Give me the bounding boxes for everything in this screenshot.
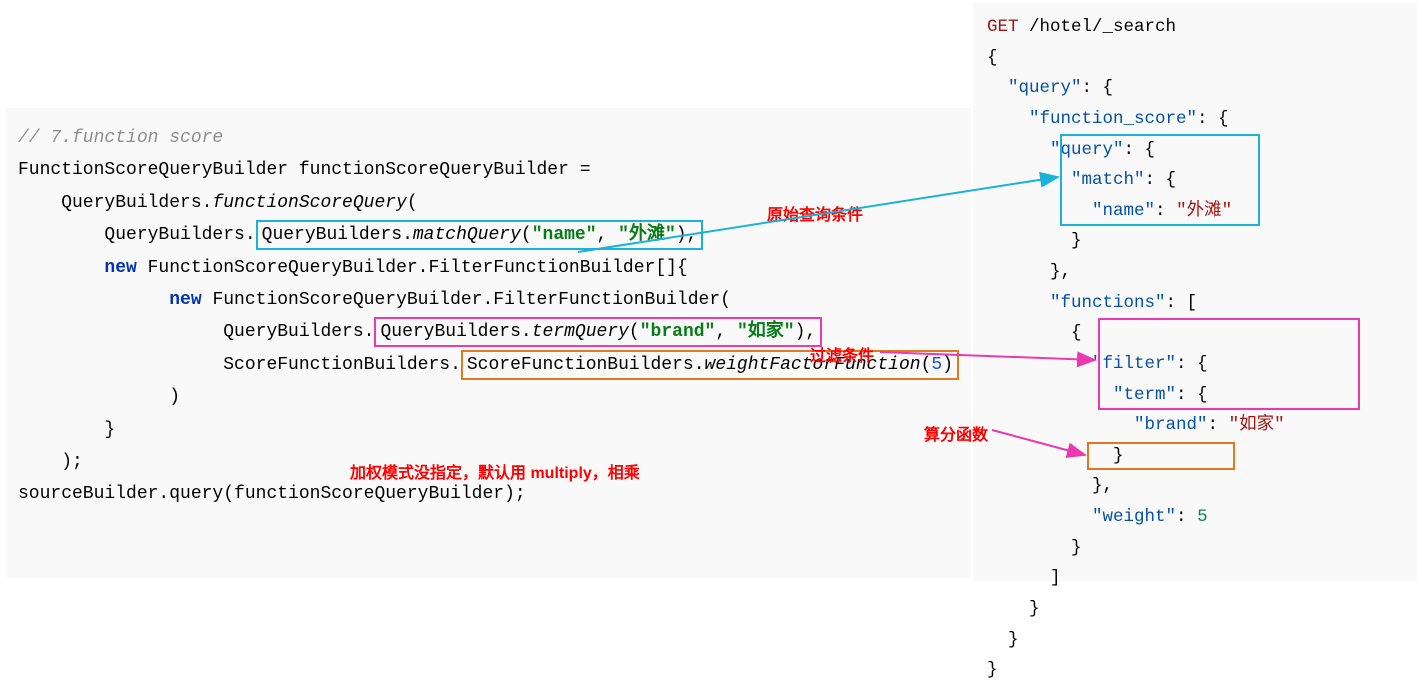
txt: : xyxy=(1208,415,1229,435)
indent xyxy=(987,78,1008,98)
indent xyxy=(987,170,1071,190)
string: "外滩" xyxy=(618,225,676,245)
txt: ( xyxy=(407,193,418,213)
key: "brand" xyxy=(1134,415,1208,435)
indent: QueryBuilders. xyxy=(18,225,256,245)
match-query-box: QueryBuilders.matchQuery("name", "外滩"), xyxy=(256,220,704,250)
dsl-line-22: } xyxy=(987,655,1403,686)
dsl-line-17: "weight": 5 xyxy=(987,502,1403,533)
string: "name" xyxy=(532,225,597,245)
dsl-line-4: "function_score": { xyxy=(987,104,1403,135)
key: "weight" xyxy=(1092,507,1176,527)
txt: : [ xyxy=(1166,293,1198,313)
dsl-line-18: } xyxy=(987,533,1403,564)
dsl-line-14: "brand": "如家" xyxy=(987,410,1403,441)
label-original-query: 原始查询条件 xyxy=(767,201,863,225)
txt: ( xyxy=(629,322,640,342)
code-line-2: FunctionScoreQueryBuilder functionScoreQ… xyxy=(18,154,959,186)
json-dsl-panel: GET /hotel/_search { "query": { "functio… xyxy=(973,2,1417,582)
method: functionScoreQuery xyxy=(212,193,406,213)
txt: : { xyxy=(1197,109,1229,129)
label-filter-cond: 过滤条件 xyxy=(810,342,874,366)
dsl-line-21: } xyxy=(987,625,1403,656)
indent xyxy=(987,354,1092,374)
code-line-12: sourceBuilder.query(functionScoreQueryBu… xyxy=(18,478,959,510)
dsl-line-2: { xyxy=(987,43,1403,74)
indent xyxy=(987,109,1029,129)
dsl-line-1: GET /hotel/_search xyxy=(987,12,1403,43)
indent: ScoreFunctionBuilders. xyxy=(18,355,461,375)
dsl-line-3: "query": { xyxy=(987,73,1403,104)
key: "query" xyxy=(1008,78,1082,98)
txt: ) xyxy=(942,355,953,375)
http-method: GET xyxy=(987,17,1019,37)
code-line-5: new FunctionScoreQueryBuilder.FilterFunc… xyxy=(18,252,959,284)
label-score-func: 算分函数 xyxy=(924,421,988,445)
json-weight-box xyxy=(1087,442,1235,470)
indent xyxy=(987,293,1050,313)
method: termQuery xyxy=(532,322,629,342)
txt: FunctionScoreQueryBuilder.FilterFunction… xyxy=(202,290,731,310)
indent xyxy=(18,290,169,310)
code-line-9: ) xyxy=(18,381,959,413)
code-comment: // 7.function score xyxy=(18,122,959,154)
indent xyxy=(987,415,1134,435)
dsl-line-10: "functions": [ xyxy=(987,288,1403,319)
dsl-line-20: } xyxy=(987,594,1403,625)
txt: : { xyxy=(1082,78,1114,98)
dsl-line-8: } xyxy=(987,226,1403,257)
json-term-box xyxy=(1098,318,1360,410)
txt: ( xyxy=(521,225,532,245)
indent: QueryBuilders. xyxy=(18,322,374,342)
value: "如家" xyxy=(1229,415,1285,435)
string: "如家" xyxy=(737,322,795,342)
term-query-box: QueryBuilders.termQuery("brand", "如家"), xyxy=(374,317,822,347)
key: "function_score" xyxy=(1029,109,1197,129)
txt: ( xyxy=(921,355,932,375)
code-line-6: new FunctionScoreQueryBuilder.FilterFunc… xyxy=(18,284,959,316)
label-boost-mode: 加权模式没指定，默认用 multiply，相乘 xyxy=(350,459,640,483)
indent xyxy=(987,507,1092,527)
txt: /hotel/_search xyxy=(1019,17,1177,37)
txt: , xyxy=(715,322,737,342)
txt: QueryBuilders. xyxy=(18,193,212,213)
key: "functions" xyxy=(1050,293,1166,313)
number: 5 xyxy=(931,355,942,375)
method: matchQuery xyxy=(413,225,521,245)
dsl-line-19: ] xyxy=(987,563,1403,594)
txt: FunctionScoreQueryBuilder.FilterFunction… xyxy=(137,258,688,278)
txt: : xyxy=(1176,507,1197,527)
indent xyxy=(987,385,1113,405)
string: "brand" xyxy=(640,322,716,342)
json-match-box xyxy=(1060,134,1260,226)
keyword: new xyxy=(169,290,201,310)
code-line-10: } xyxy=(18,414,959,446)
dsl-line-16: }, xyxy=(987,471,1403,502)
dsl-line-9: }, xyxy=(987,257,1403,288)
txt: ), xyxy=(795,322,817,342)
indent xyxy=(18,258,104,278)
weight-function-box: ScoreFunctionBuilders.weightFactorFuncti… xyxy=(461,350,959,380)
keyword: new xyxy=(104,258,136,278)
indent xyxy=(987,140,1050,160)
txt: , xyxy=(597,225,619,245)
txt: ), xyxy=(676,225,698,245)
value: 5 xyxy=(1197,507,1208,527)
